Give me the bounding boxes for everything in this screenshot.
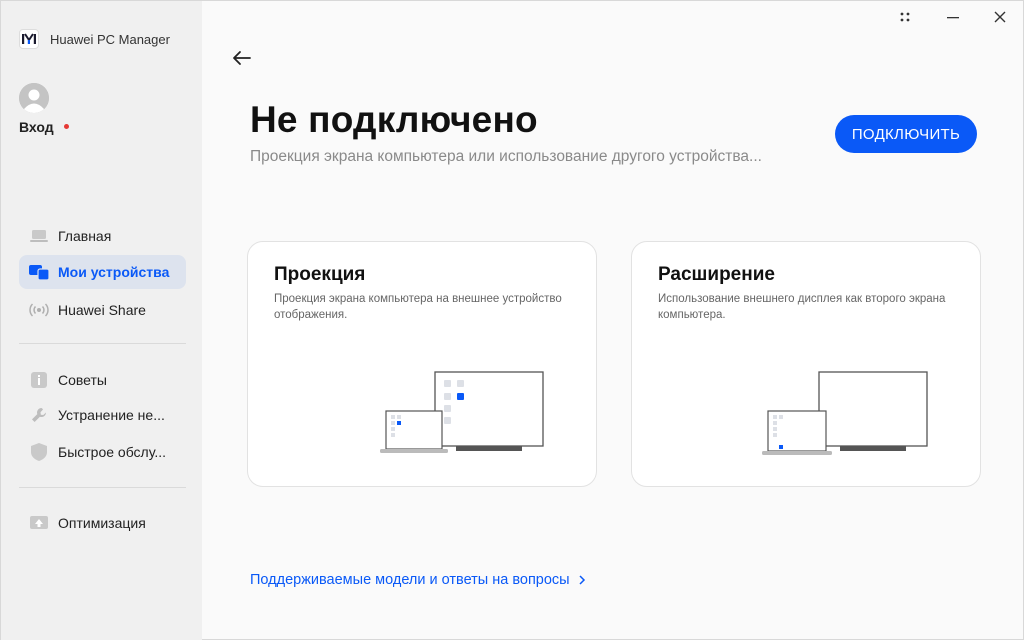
sidebar-item-optimize[interactable]: Оптимизация xyxy=(19,506,186,540)
faq-link[interactable]: Поддерживаемые модели и ответы на вопрос… xyxy=(250,572,586,588)
sidebar-divider xyxy=(19,343,186,344)
projection-illustration-icon xyxy=(380,371,544,453)
back-button[interactable] xyxy=(230,47,254,69)
minimize-icon[interactable] xyxy=(941,7,965,27)
devices-icon xyxy=(29,262,49,282)
more-options-icon[interactable] xyxy=(893,7,917,27)
huawei-pc-manager-logo-icon xyxy=(19,29,39,49)
sidebar: Huawei PC Manager Вход Главная Мои устро… xyxy=(1,1,202,640)
sidebar-item-troubleshoot[interactable]: Устранение не... xyxy=(19,398,186,432)
sidebar-item-label: Советы xyxy=(58,372,107,388)
projection-card[interactable]: Проекция Проекция экрана компьютера на в… xyxy=(247,241,597,487)
sidebar-item-label: Мои устройства xyxy=(58,264,170,280)
sidebar-item-label: Устранение не... xyxy=(58,407,165,423)
login-link[interactable]: Вход xyxy=(19,119,54,135)
connect-button[interactable]: ПОДКЛЮЧИТЬ xyxy=(835,115,977,153)
app-name: Huawei PC Manager xyxy=(50,31,170,47)
page-subtitle: Проекция экрана компьютера или использов… xyxy=(250,148,762,165)
chevron-right-icon xyxy=(579,575,585,585)
optimize-icon xyxy=(29,513,49,533)
sidebar-divider xyxy=(19,487,186,488)
sidebar-item-tips[interactable]: Советы xyxy=(19,363,186,397)
back-arrow-icon xyxy=(233,51,251,65)
sidebar-item-quick-service[interactable]: Быстрое обслу... xyxy=(19,435,186,469)
sidebar-item-label: Главная xyxy=(58,228,112,244)
avatar[interactable] xyxy=(19,83,49,113)
sidebar-item-huawei-share[interactable]: Huawei Share xyxy=(19,293,186,327)
page-title: Не подключено xyxy=(250,99,538,140)
extension-card[interactable]: Расширение Использование внешнего диспле… xyxy=(631,241,981,487)
faq-link-label: Поддерживаемые модели и ответы на вопрос… xyxy=(250,572,570,588)
sidebar-item-label: Huawei Share xyxy=(58,302,146,318)
sidebar-item-label: Быстрое обслу... xyxy=(58,444,166,460)
tips-icon xyxy=(29,370,49,390)
wrench-icon xyxy=(29,405,49,425)
sidebar-item-label: Оптимизация xyxy=(58,515,146,531)
notification-dot xyxy=(64,124,69,129)
close-icon[interactable] xyxy=(988,7,1012,27)
extension-illustration-icon xyxy=(762,371,928,455)
shield-icon xyxy=(29,442,49,462)
sidebar-item-my-devices[interactable]: Мои устройства xyxy=(19,255,186,289)
sidebar-item-home[interactable]: Главная xyxy=(19,219,186,253)
app-brand: Huawei PC Manager xyxy=(19,29,170,49)
share-wireless-icon xyxy=(29,300,49,320)
laptop-icon xyxy=(29,226,49,246)
